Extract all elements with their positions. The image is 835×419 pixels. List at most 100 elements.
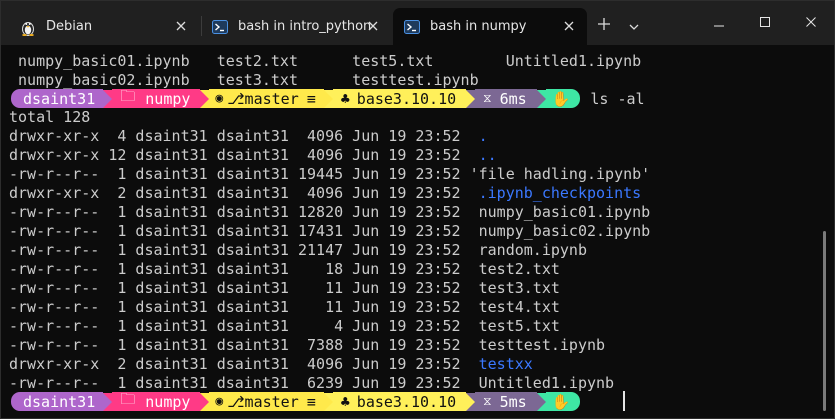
prompt-status-segment: ✋ <box>545 392 581 411</box>
terminal-line: numpy_basic01.ipynb test2.txt test5.txt … <box>9 52 642 70</box>
powerline-separator <box>466 89 476 108</box>
terminal-icon <box>403 18 421 36</box>
minimize-icon <box>714 12 724 31</box>
ls-row-filename: test3.txt <box>469 279 560 297</box>
prompt-user-segment: dsaint31 <box>11 392 104 411</box>
ls-row: -rw-r--r-- 1 dsaint31 dsaint31 6239 Jun … <box>9 374 614 393</box>
linux-tux-icon <box>19 18 37 36</box>
powerline-separator <box>200 392 210 411</box>
ls-row-filename: Untitled1.ipynb <box>469 374 615 392</box>
timer-icon: ⧖ <box>483 91 492 105</box>
ls-total: total 128 <box>9 108 91 126</box>
ls-row-filename: numpy_basic01.ipynb <box>469 203 651 221</box>
ls-row: -rw-r--r-- 1 dsaint31 dsaint31 7388 Jun … <box>9 336 605 355</box>
hand-icon: ✋ <box>551 89 571 108</box>
prompt-status-segment: ✋ <box>545 89 581 108</box>
ls-row-filename: numpy_basic02.ipynb <box>469 222 651 240</box>
ls-row-meta: -rw-r--r-- 1 dsaint31 dsaint31 18 Jun 19… <box>9 260 470 278</box>
minimize-button[interactable] <box>696 1 742 41</box>
ls-row: -rw-r--r-- 1 dsaint31 dsaint31 18 Jun 19… <box>9 260 560 279</box>
timer-icon: ⧖ <box>483 394 492 408</box>
ls-row: drwxr-xr-x 2 dsaint31 dsaint31 4096 Jun … <box>9 355 533 374</box>
prompt-git-segment: ◉ ⎇ master ≡ <box>209 89 324 108</box>
github-icon: ◉ <box>215 91 224 106</box>
powerline-separator <box>103 392 113 411</box>
ls-row-filename: testtest.ipynb <box>469 336 606 354</box>
tab-bar: Debian bash in intro_python bash in nump… <box>1 1 834 45</box>
tab-title: Debian <box>46 19 93 34</box>
tab-dropdown-button[interactable] <box>622 13 646 35</box>
python-icon: ♣ <box>340 392 350 411</box>
github-icon: ◉ <box>215 394 224 409</box>
ls-row: -rw-r--r-- 1 dsaint31 dsaint31 11 Jun 19… <box>9 279 560 298</box>
powerline-separator <box>536 392 546 411</box>
close-icon <box>806 12 816 31</box>
ls-row-meta: -rw-r--r-- 1 dsaint31 dsaint31 17431 Jun… <box>9 222 470 240</box>
powerline-separator <box>200 89 210 108</box>
ls-row-meta: drwxr-xr-x 12 dsaint31 dsaint31 4096 Jun… <box>9 146 470 164</box>
new-tab-button[interactable] <box>592 13 616 35</box>
ls-row-meta: -rw-r--r-- 1 dsaint31 dsaint31 11 Jun 19… <box>9 298 470 316</box>
tab-bash-intro-python[interactable]: bash in intro_python <box>201 8 391 45</box>
terminal-icon <box>211 18 229 36</box>
ls-row: drwxr-xr-x 2 dsaint31 dsaint31 4096 Jun … <box>9 184 641 203</box>
powerline-separator <box>323 392 333 411</box>
prompt-time-segment: ⧖ 6ms <box>475 89 537 108</box>
prompt-user-segment: dsaint31 <box>11 89 104 108</box>
powerline-separator <box>536 89 546 108</box>
ls-row: -rw-r--r-- 1 dsaint31 dsaint31 21147 Jun… <box>9 241 587 260</box>
prompt-dir-segment: 🗀 numpy <box>112 390 201 411</box>
shell-prompt: dsaint31 🗀 numpy ◉ ⎇ master ≡ ♣ base3.10.10 ⧖… <box>11 87 645 108</box>
close-tab-icon[interactable] <box>365 18 381 34</box>
close-tab-icon[interactable] <box>173 18 189 34</box>
command-text: ls -al <box>590 89 645 108</box>
ls-row-filename: 'file hadling.ipynb' <box>469 165 651 183</box>
terminal-output[interactable]: numpy_basic01.ipynb test2.txt test5.txt … <box>1 45 819 418</box>
shell-prompt: dsaint31 🗀 numpy ◉ ⎇ master ≡ ♣ base3.10.10 ⧖… <box>11 390 590 411</box>
close-tab-icon[interactable] <box>561 18 577 34</box>
ls-row-meta: -rw-r--r-- 1 dsaint31 dsaint31 19445 Jun… <box>9 165 470 183</box>
ls-row-filename: test2.txt <box>469 260 560 278</box>
ls-row-filename: testxx <box>469 355 533 373</box>
tab-debian[interactable]: Debian <box>9 8 199 45</box>
text-cursor <box>623 391 625 411</box>
ls-row: -rw-r--r-- 1 dsaint31 dsaint31 19445 Jun… <box>9 165 650 184</box>
ls-row: -rw-r--r-- 1 dsaint31 dsaint31 17431 Jun… <box>9 222 650 241</box>
ls-row-filename: test5.txt <box>469 317 560 335</box>
tab-title: bash in numpy <box>430 19 527 34</box>
folder-icon: 🗀 <box>120 390 136 408</box>
ls-row-meta: drwxr-xr-x 2 dsaint31 dsaint31 4096 Jun … <box>9 184 470 202</box>
ls-row-meta: -rw-r--r-- 1 dsaint31 dsaint31 12820 Jun… <box>9 203 470 221</box>
ls-row: -rw-r--r-- 1 dsaint31 dsaint31 4 Jun 19 … <box>9 317 560 336</box>
ls-row-filename: . <box>469 127 488 145</box>
close-window-button[interactable] <box>788 1 834 41</box>
terminal-line: numpy_basic02.ipynb test3.txt testtest.i… <box>9 71 479 89</box>
git-branch-icon: ⎇ <box>227 89 245 108</box>
ls-row-filename: .. <box>469 146 497 164</box>
python-icon: ♣ <box>340 89 350 108</box>
maximize-icon <box>760 12 770 31</box>
ls-row: drwxr-xr-x 4 dsaint31 dsaint31 4096 Jun … <box>9 127 488 146</box>
ls-row-filename: .ipynb_checkpoints <box>469 184 642 202</box>
terminal-window: Debian bash in intro_python bash in nump… <box>0 0 835 419</box>
ls-row-meta: -rw-r--r-- 1 dsaint31 dsaint31 4 Jun 19 … <box>9 317 470 335</box>
prompt-conda-segment: ♣ base3.10.10 <box>332 89 467 108</box>
prompt-time-segment: ⧖ 5ms <box>475 392 537 411</box>
powerline-separator <box>323 89 333 108</box>
ls-row-filename: test4.txt <box>469 298 560 316</box>
ls-row-meta: -rw-r--r-- 1 dsaint31 dsaint31 6239 Jun … <box>9 374 470 392</box>
folder-icon: 🗀 <box>120 87 136 105</box>
ls-row-filename: random.ipynb <box>469 241 587 259</box>
scrollbar-thumb[interactable] <box>823 231 826 411</box>
tab-bash-numpy[interactable]: bash in numpy <box>393 8 587 45</box>
ls-row-meta: -rw-r--r-- 1 dsaint31 dsaint31 11 Jun 19… <box>9 279 470 297</box>
chevron-down-icon <box>629 15 639 34</box>
maximize-button[interactable] <box>742 1 788 41</box>
ls-row: -rw-r--r-- 1 dsaint31 dsaint31 12820 Jun… <box>9 203 650 222</box>
git-branch-icon: ⎇ <box>227 392 245 411</box>
ls-row-meta: drwxr-xr-x 4 dsaint31 dsaint31 4096 Jun … <box>9 127 470 145</box>
prompt-git-segment: ◉ ⎇ master ≡ <box>209 392 324 411</box>
powerline-separator <box>103 89 113 108</box>
prompt-dir-segment: 🗀 numpy <box>112 87 201 108</box>
powerline-separator <box>466 392 476 411</box>
